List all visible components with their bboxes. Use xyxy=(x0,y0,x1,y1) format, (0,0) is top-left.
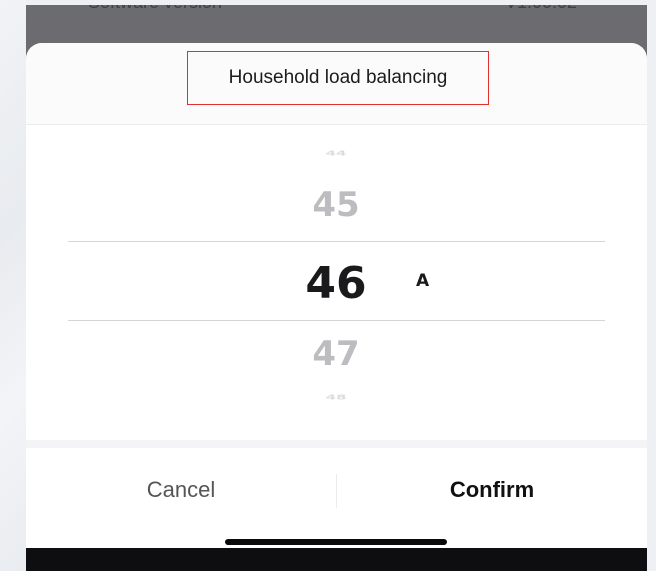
sheet-title: Household load balancing xyxy=(187,51,489,105)
unit-label: A xyxy=(416,271,430,291)
current-picker-wheel[interactable]: 44 45 46 47 48 A xyxy=(26,125,647,440)
action-bar: Cancel Confirm xyxy=(26,448,647,548)
selection-line-top xyxy=(68,241,605,242)
bottom-bar xyxy=(26,548,647,571)
background-left xyxy=(0,0,26,571)
phone-screen: Software version V1.00.02 Household load… xyxy=(26,5,647,571)
cancel-button[interactable]: Cancel xyxy=(26,448,336,532)
section-gap xyxy=(26,440,647,448)
picker-option[interactable]: 44 xyxy=(256,149,416,157)
background-right xyxy=(647,0,656,571)
picker-option[interactable]: 47 xyxy=(256,334,416,374)
software-version-value: V1.00.02 xyxy=(505,5,577,13)
picker-sheet: Household load balancing 44 45 46 47 48 … xyxy=(26,43,647,548)
sheet-header: Household load balancing xyxy=(26,43,647,125)
selection-line-bottom xyxy=(68,320,605,321)
picker-selected-value[interactable]: 46 xyxy=(256,258,416,309)
picker-option[interactable]: 45 xyxy=(256,185,416,225)
picker-option[interactable]: 48 xyxy=(256,393,416,401)
home-indicator[interactable] xyxy=(225,539,447,545)
confirm-button[interactable]: Confirm xyxy=(337,448,647,532)
software-version-label: Software version xyxy=(88,5,222,13)
